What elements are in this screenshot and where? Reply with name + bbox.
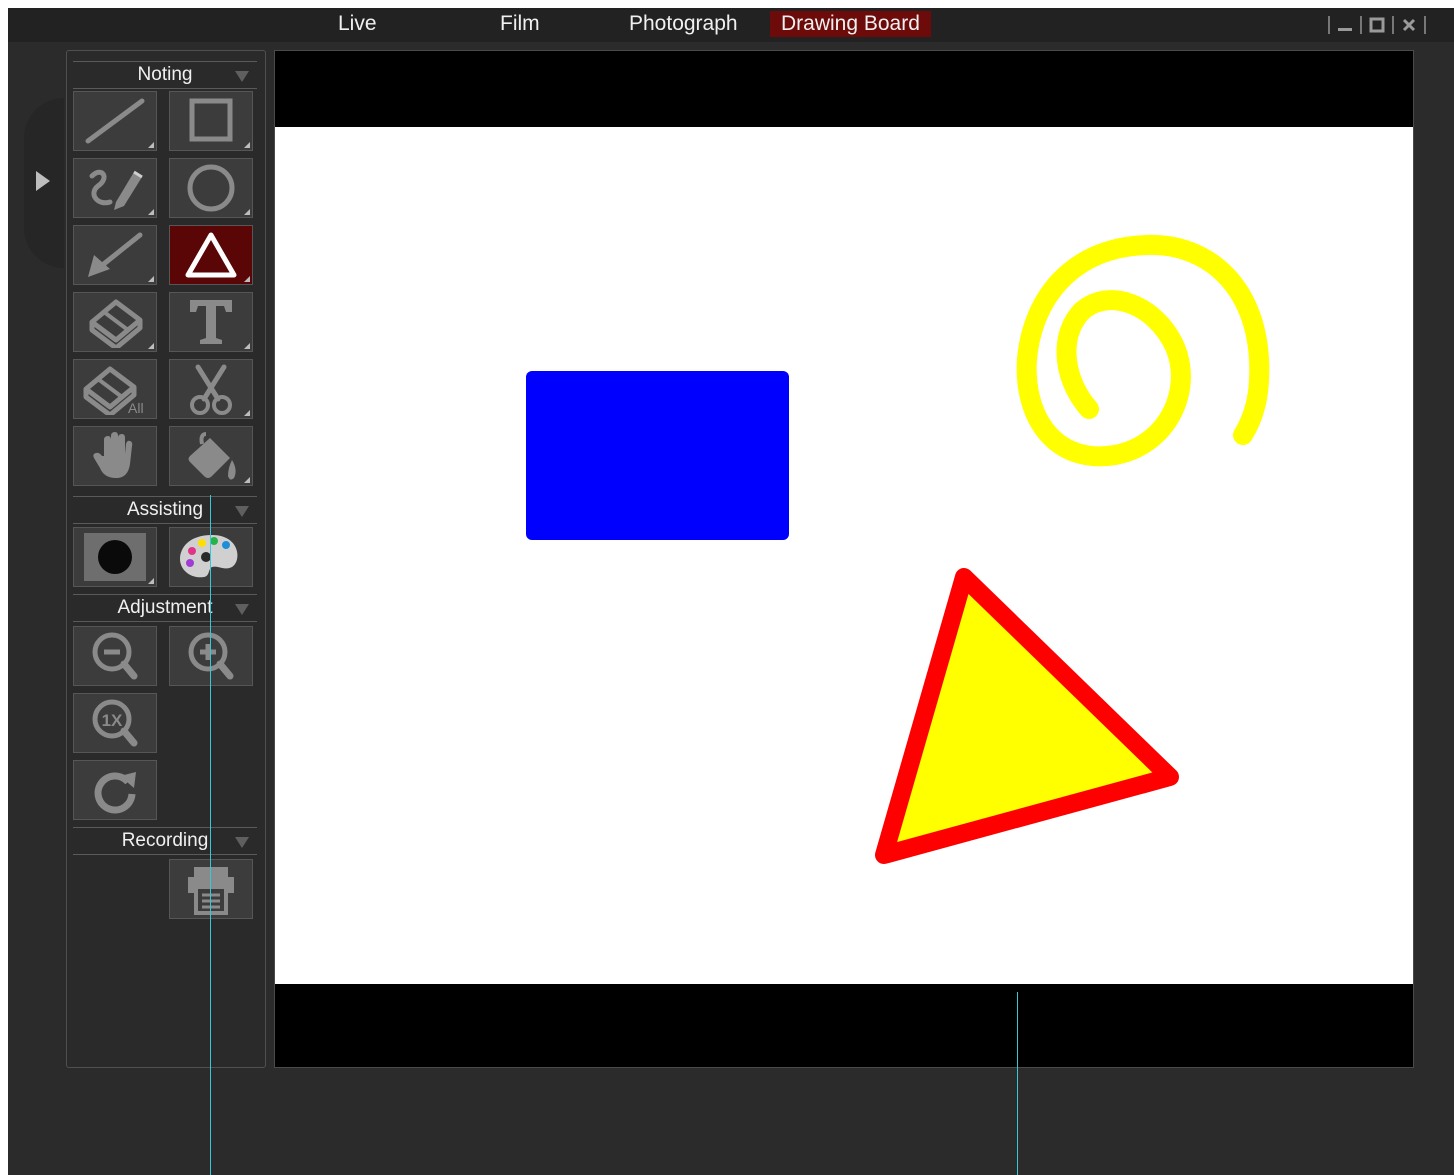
rotate-button[interactable] <box>73 760 157 820</box>
menu-bar: Live Film Photograph Drawing Board <box>8 8 1454 42</box>
corner-indicator <box>148 276 154 282</box>
section-title: Recording <box>121 830 209 851</box>
erase-all-label: All <box>128 400 144 415</box>
section-title: Noting <box>137 64 193 85</box>
window-controls <box>1316 13 1426 37</box>
circle-tool-button[interactable] <box>169 158 253 218</box>
separator <box>1424 16 1426 34</box>
corner-indicator <box>244 142 250 148</box>
section-title: Assisting <box>126 499 204 520</box>
chevron-down-icon <box>235 506 249 517</box>
zoom-1x-label: 1X <box>102 711 123 730</box>
spotlight-tool-button[interactable] <box>73 527 157 587</box>
triangle-icon <box>185 232 237 278</box>
eraser-tool-button[interactable] <box>73 292 157 352</box>
maximize-icon[interactable] <box>1366 14 1388 36</box>
freehand-pen-icon <box>89 169 143 210</box>
zoom-1x-button[interactable]: 1X <box>73 693 157 753</box>
zoom-in-button[interactable] <box>169 626 253 686</box>
circle-icon <box>187 164 235 212</box>
section-title: Adjustment <box>117 597 213 618</box>
section-noting[interactable]: Noting <box>73 61 257 89</box>
yellow-spiral-shape[interactable] <box>1016 234 1270 467</box>
section-adjustment[interactable]: Adjustment <box>73 594 257 622</box>
app-window: Live Film Photograph Drawing Board Notin… <box>8 8 1454 1175</box>
corner-indicator <box>244 209 250 215</box>
chevron-down-icon <box>235 71 249 82</box>
arrow-tool-button[interactable] <box>73 225 157 285</box>
separator <box>1328 16 1330 34</box>
corner-indicator <box>244 477 250 483</box>
hand-icon <box>93 432 133 478</box>
rotate-icon <box>94 772 136 814</box>
section-assisting[interactable]: Assisting <box>73 496 257 524</box>
corner-indicator <box>148 343 154 349</box>
blue-rectangle-shape[interactable] <box>526 371 789 540</box>
zoom-1x-icon: 1X <box>92 699 138 747</box>
corner-indicator <box>148 142 154 148</box>
drawing-board-canvas[interactable] <box>275 127 1413 984</box>
corner-indicator <box>148 578 154 584</box>
fill-bucket-icon <box>188 432 236 480</box>
palette-tool-button[interactable] <box>169 527 253 587</box>
freehand-tool-button[interactable] <box>73 158 157 218</box>
overlay-guide-line <box>210 495 211 1175</box>
chevron-down-icon <box>235 604 249 615</box>
close-icon[interactable] <box>1398 14 1420 36</box>
line-icon <box>85 98 145 144</box>
separator <box>1392 16 1394 34</box>
arrow-icon <box>88 232 143 277</box>
zoom-in-icon <box>188 632 234 680</box>
erase-all-tool-button[interactable]: All <box>73 359 157 419</box>
corner-indicator <box>244 343 250 349</box>
drawing-canvas-frame <box>274 50 1414 1068</box>
tool-panel: Noting All Assisting Adjustment 1X Recor… <box>66 50 266 1068</box>
triangle-tool-button[interactable] <box>169 225 253 285</box>
rectangle-tool-button[interactable] <box>169 91 253 151</box>
corner-indicator <box>148 209 154 215</box>
print-icon <box>188 867 234 915</box>
menu-film[interactable]: Film <box>489 11 551 37</box>
menu-live[interactable]: Live <box>327 11 388 37</box>
palette-icon <box>180 535 238 578</box>
panel-toggle-tab[interactable] <box>24 98 64 268</box>
rectangle-icon <box>189 98 233 142</box>
canvas-shapes <box>526 234 1270 864</box>
play-arrow-icon <box>36 171 50 191</box>
section-recording[interactable]: Recording <box>73 827 257 855</box>
minimize-icon[interactable] <box>1334 14 1356 36</box>
corner-indicator <box>244 276 250 282</box>
line-tool-button[interactable] <box>73 91 157 151</box>
separator <box>1360 16 1362 34</box>
spotlight-icon <box>84 533 146 581</box>
menu-photograph[interactable]: Photograph <box>618 11 749 37</box>
zoom-out-button[interactable] <box>73 626 157 686</box>
eraser-icon <box>89 299 143 348</box>
text-icon <box>190 300 232 344</box>
zoom-out-icon <box>92 632 138 680</box>
chevron-down-icon <box>235 837 249 848</box>
corner-indicator <box>244 410 250 416</box>
print-button[interactable] <box>169 859 253 919</box>
overlay-guide-line <box>1017 992 1018 1175</box>
text-tool-button[interactable] <box>169 292 253 352</box>
fill-tool-button[interactable] <box>169 426 253 486</box>
scissors-tool-button[interactable] <box>169 359 253 419</box>
yellow-triangle-shape[interactable] <box>875 568 1179 864</box>
erase-all-icon: All <box>83 366 144 415</box>
menu-drawing-board[interactable]: Drawing Board <box>770 11 931 37</box>
scissors-icon <box>190 364 232 415</box>
hand-tool-button[interactable] <box>73 426 157 486</box>
